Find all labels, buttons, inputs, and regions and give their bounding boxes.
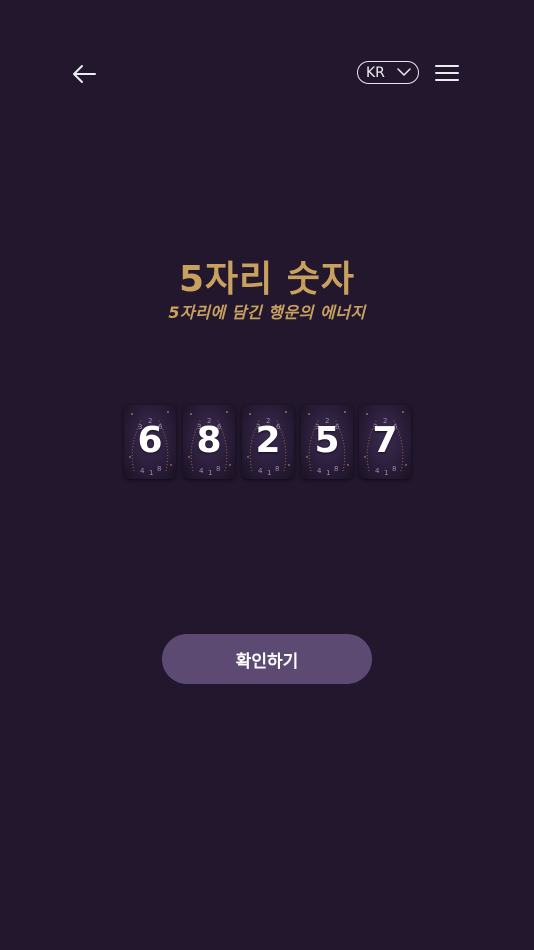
hamburger-menu-icon <box>435 65 459 81</box>
card-digit: 8 <box>196 420 222 461</box>
svg-text:8: 8 <box>216 465 220 473</box>
back-button[interactable] <box>70 60 98 88</box>
number-card[interactable]: 3 2 6 4 1 8 8 <box>183 405 235 479</box>
page-title: 5자리 숫자 <box>178 259 356 300</box>
confirm-button[interactable]: 확인하기 <box>162 634 372 684</box>
svg-text:4: 4 <box>317 467 322 475</box>
svg-text:8: 8 <box>392 465 396 473</box>
svg-text:1: 1 <box>384 469 388 477</box>
chevron-down-icon <box>397 68 411 76</box>
number-card[interactable]: 3 2 6 4 1 8 7 <box>359 405 411 479</box>
svg-text:8: 8 <box>157 465 161 473</box>
svg-text:4: 4 <box>140 467 145 475</box>
language-select-value: KR <box>366 64 385 81</box>
svg-text:4: 4 <box>258 467 263 475</box>
page-subtitle: 5자리에 담긴 행운의 에너지 <box>168 303 366 322</box>
number-card[interactable]: 3 2 6 4 1 8 6 <box>124 405 176 479</box>
card-digit: 2 <box>255 420 281 461</box>
svg-text:8: 8 <box>334 465 338 473</box>
number-card[interactable]: 3 2 6 4 1 8 2 <box>242 405 294 479</box>
svg-text:1: 1 <box>149 469 153 477</box>
card-digit: 6 <box>137 420 163 461</box>
card-digit: 7 <box>372 420 398 461</box>
arrow-left-icon <box>73 65 96 83</box>
page: KR 5자리 숫자 5자리에 담긴 행운의 에너지 3 2 6 4 1 8 6 … <box>0 0 534 950</box>
svg-text:1: 1 <box>326 469 330 477</box>
svg-text:1: 1 <box>267 469 271 477</box>
svg-text:1: 1 <box>208 469 212 477</box>
number-card[interactable]: 3 2 6 4 1 8 5 <box>301 405 353 479</box>
svg-text:4: 4 <box>375 467 380 475</box>
svg-text:4: 4 <box>199 467 204 475</box>
language-select[interactable]: KR <box>357 61 419 84</box>
card-digit: 5 <box>314 420 340 461</box>
svg-text:8: 8 <box>275 465 279 473</box>
menu-button[interactable] <box>435 63 459 83</box>
